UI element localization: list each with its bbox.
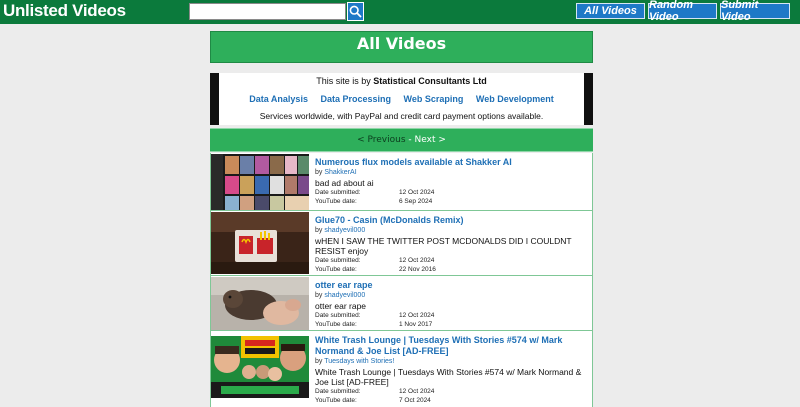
youtube-date-value: 7 Oct 2024 [399, 397, 431, 404]
youtube-date-value: 1 Nov 2017 [399, 321, 433, 328]
date-submitted-label: Date submitted: [315, 189, 361, 196]
video-thumbnail[interactable] [211, 277, 309, 330]
date-submitted-value: 12 Oct 2024 [399, 388, 435, 395]
date-submitted-label: Date submitted: [315, 257, 361, 264]
youtube-date-row: YouTube date: 6 Sep 2024 [315, 197, 587, 206]
pager-separator: - [405, 135, 415, 145]
by-label: by [315, 169, 325, 176]
ad-link-web-development[interactable]: Web Development [476, 94, 554, 104]
video-description: wHEN I SAW THE TWITTER POST MCDONALDS DI… [315, 236, 572, 256]
nav-submit-video[interactable]: Submit Video [720, 0, 790, 23]
search-button[interactable] [347, 2, 364, 21]
video-item: otter ear rape by shadyevil000 otter ear… [211, 276, 592, 331]
youtube-date-row: YouTube date: 7 Oct 2024 [315, 396, 587, 405]
youtube-date-label: YouTube date: [315, 266, 357, 273]
date-submitted-value: 12 Oct 2024 [399, 257, 435, 264]
by-label: by [315, 358, 325, 365]
video-thumbnail[interactable] [211, 212, 309, 274]
ad-banner[interactable]: This site is by Statistical Consultants … [210, 73, 593, 125]
site-logo[interactable]: Unlisted Videos [3, 1, 126, 21]
video-description: White Trash Lounge | Tuesdays With Stori… [315, 367, 582, 387]
date-submitted-value: 12 Oct 2024 [399, 189, 435, 196]
date-submitted-value: 12 Oct 2024 [399, 312, 435, 319]
youtube-date-value: 22 Nov 2016 [399, 266, 436, 273]
video-item: Glue70 - Casin (McDonalds Remix) by shad… [211, 211, 592, 276]
top-bar: Unlisted Videos All Videos Random Video … [0, 0, 800, 24]
video-list: Numerous flux models available at Shakke… [210, 153, 593, 407]
date-submitted-row: Date submitted: 12 Oct 2024 [315, 311, 587, 320]
youtube-date-label: YouTube date: [315, 198, 357, 205]
youtube-date-row: YouTube date: 22 Nov 2016 [315, 265, 587, 274]
ad-intro-prefix: This site is by [316, 76, 374, 86]
ad-company: Statistical Consultants Ltd [373, 76, 487, 86]
video-title[interactable]: Glue70 - Casin (McDonalds Remix) [315, 215, 587, 226]
video-info: otter ear rape by shadyevil000 otter ear… [315, 280, 587, 329]
video-thumbnail[interactable] [211, 154, 309, 210]
date-submitted-label: Date submitted: [315, 388, 361, 395]
ad-link-data-analysis[interactable]: Data Analysis [249, 94, 308, 104]
channel-link[interactable]: shadyevil000 [324, 227, 365, 234]
video-title[interactable]: Numerous flux models available at Shakke… [315, 157, 587, 168]
by-label: by [315, 227, 325, 234]
channel-link[interactable]: Tuesdays with Stories! [324, 358, 394, 365]
ad-content: This site is by Statistical Consultants … [219, 73, 584, 125]
ad-link-web-scraping[interactable]: Web Scraping [404, 94, 464, 104]
date-submitted-label: Date submitted: [315, 312, 361, 319]
ad-links: Data Analysis Data Processing Web Scrapi… [219, 94, 584, 104]
video-item: White Trash Lounge | Tuesdays With Stori… [211, 331, 592, 407]
page-title: All Videos [210, 31, 593, 63]
video-item: Numerous flux models available at Shakke… [211, 153, 592, 211]
video-info: White Trash Lounge | Tuesdays With Stori… [315, 335, 587, 405]
date-submitted-row: Date submitted: 12 Oct 2024 [315, 256, 587, 265]
date-submitted-row: Date submitted: 12 Oct 2024 [315, 188, 587, 197]
youtube-date-value: 6 Sep 2024 [399, 198, 433, 205]
next-link[interactable]: Next > [415, 135, 446, 145]
channel-link[interactable]: shadyevil000 [324, 292, 365, 299]
by-label: by [315, 292, 325, 299]
ad-link-data-processing[interactable]: Data Processing [320, 94, 391, 104]
video-description: bad ad about ai [315, 178, 374, 188]
nav-random-video[interactable]: Random Video [648, 0, 717, 23]
pagination: < Previous - Next > [210, 128, 593, 152]
previous-link: < Previous [357, 135, 406, 145]
video-description: otter ear rape [315, 301, 367, 311]
ad-intro: This site is by Statistical Consultants … [219, 76, 584, 86]
date-submitted-row: Date submitted: 12 Oct 2024 [315, 387, 587, 396]
search-icon [349, 5, 362, 18]
video-title[interactable]: White Trash Lounge | Tuesdays With Stori… [315, 335, 587, 357]
nav-all-videos[interactable]: All Videos [576, 3, 645, 19]
video-info: Glue70 - Casin (McDonalds Remix) by shad… [315, 215, 587, 274]
video-thumbnail[interactable] [211, 336, 309, 398]
channel-link[interactable]: ShakkerAI [324, 169, 356, 176]
youtube-date-label: YouTube date: [315, 397, 357, 404]
ad-services-text: Services worldwide, with PayPal and cred… [259, 111, 544, 121]
youtube-date-label: YouTube date: [315, 321, 357, 328]
video-byline: by Tuesdays with Stories! [315, 357, 587, 366]
video-byline: by shadyevil000 [315, 291, 587, 300]
search-input[interactable] [189, 3, 346, 20]
video-byline: by shadyevil000 [315, 226, 587, 235]
video-title[interactable]: otter ear rape [315, 280, 587, 291]
youtube-date-row: YouTube date: 1 Nov 2017 [315, 320, 587, 329]
video-byline: by ShakkerAI [315, 168, 587, 177]
video-info: Numerous flux models available at Shakke… [315, 157, 587, 206]
